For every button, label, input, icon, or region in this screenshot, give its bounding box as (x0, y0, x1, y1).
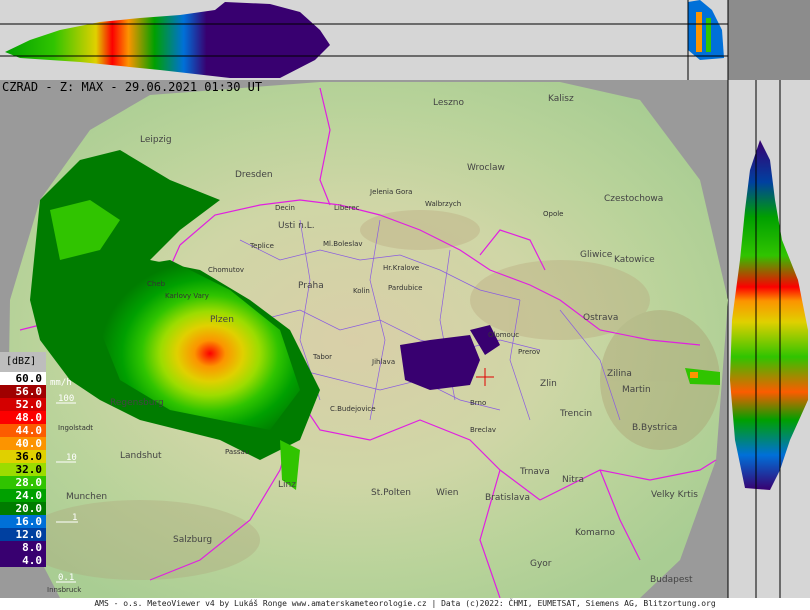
city-label: Ml.Boleslav (323, 240, 363, 248)
legend-level: 60.0 (0, 372, 46, 385)
city-label: Liberec (334, 204, 360, 212)
city-label: Komarno (575, 528, 615, 538)
city-label: Zlin (540, 379, 557, 389)
city-label: Gyor (530, 559, 552, 569)
city-label: Innsbruck (47, 586, 82, 594)
legend-level: 20.0 (0, 502, 46, 515)
city-label: Ingolstadt (58, 424, 93, 432)
legend-level: 52.0 (0, 398, 46, 411)
city-label: Breclav (470, 426, 496, 434)
city-label: Ostrava (583, 313, 618, 323)
legend-level: 44.0 (0, 424, 46, 437)
city-label: Linz (278, 480, 296, 490)
city-label: Usti n.L. (278, 221, 315, 231)
city-label: Martin (622, 385, 651, 395)
city-label: Trnava (519, 467, 550, 477)
city-label: Leipzig (140, 135, 172, 145)
city-label: Bratislava (485, 493, 530, 503)
city-label: Dresden (235, 170, 273, 180)
city-label: Leszno (433, 98, 465, 108)
city-label: Budapest (650, 575, 693, 585)
city-label: Karlovy Vary (165, 292, 209, 300)
city-label: B.Bystrica (632, 423, 677, 433)
city-label: Cheb (147, 280, 166, 288)
city-label: Zilina (607, 369, 632, 379)
city-label: Regensburg (110, 398, 164, 408)
city-label: Passau (225, 448, 249, 456)
city-label: C.Budejovice (330, 405, 376, 413)
city-label: Olomouc (488, 331, 519, 339)
city-label: Teplice (249, 242, 274, 250)
city-label: St.Polten (371, 488, 411, 498)
legend-level: 56.0 (0, 385, 46, 398)
city-label: Plzen (210, 315, 234, 325)
city-label: Kalisz (548, 94, 574, 104)
city-label: Brno (470, 399, 486, 407)
city-label: Munchen (66, 492, 107, 502)
city-label: Gliwice (580, 250, 613, 260)
map-title: CZRAD - Z: MAX - 29.06.2021 01:30 UT (2, 80, 263, 94)
dbz-legend: [dBZ] 60.0 56.0 52.0 48.0 44.0 40.0 36.0 32.0 28… (0, 352, 46, 567)
city-label: Katowice (614, 255, 655, 265)
city-label: Landshut (120, 451, 162, 461)
rain-scale-unit: mm/h (50, 378, 72, 388)
city-label: Nitra (562, 475, 584, 485)
city-label: Tabor (312, 353, 332, 361)
city-label: Velky Krtis (651, 490, 698, 500)
legend-level: 40.0 (0, 437, 46, 450)
footer-credits: AMS - o.s. MeteoViewer v4 by Lukáš Ronge… (0, 598, 810, 610)
legend-level: 24.0 (0, 489, 46, 502)
city-label: Pardubice (388, 284, 422, 292)
city-label: Praha (298, 281, 324, 291)
city-label: Decin (275, 204, 295, 212)
city-label: Walbrzych (425, 200, 461, 208)
legend-level: 4.0 (0, 554, 46, 567)
legend-level: 12.0 (0, 528, 46, 541)
legend-level: 32.0 (0, 463, 46, 476)
legend-unit: [dBZ] (0, 352, 46, 372)
legend-level: 28.0 (0, 476, 46, 489)
city-label: Wroclaw (467, 163, 505, 173)
legend-level: 16.0 (0, 515, 46, 528)
legend-level: 8.0 (0, 541, 46, 554)
city-label: Czestochowa (604, 194, 663, 204)
city-label: Hr.Kralove (383, 264, 419, 272)
city-label: Kolin (353, 287, 370, 295)
city-label: Wien (436, 488, 458, 498)
city-label: Trencin (559, 409, 592, 419)
city-label: Opole (543, 210, 564, 218)
city-label: Prerov (518, 348, 540, 356)
city-label: Jihlava (371, 358, 395, 366)
legend-level: 36.0 (0, 450, 46, 463)
city-label: Salzburg (173, 535, 212, 545)
city-label: Chomutov (208, 266, 244, 274)
city-label: Jelenia Gora (369, 188, 412, 196)
legend-level: 48.0 (0, 411, 46, 424)
